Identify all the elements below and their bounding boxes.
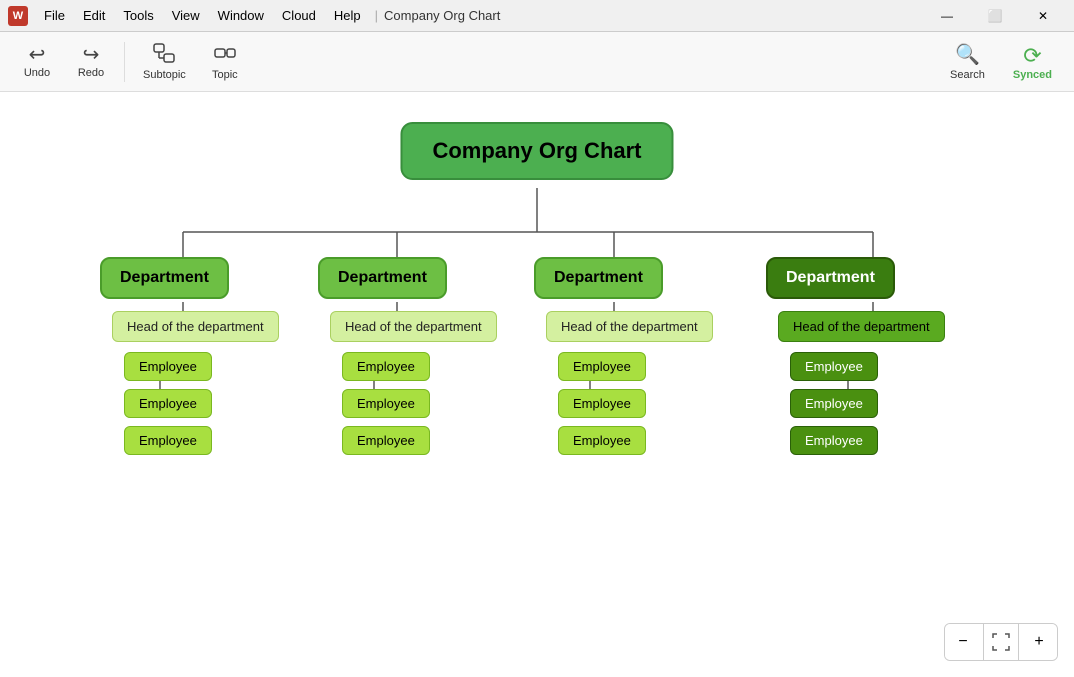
window-controls: — ⬜ ✕ bbox=[924, 1, 1066, 31]
dept-label-4: Department bbox=[786, 269, 875, 286]
employee-label-4-3: Employee bbox=[805, 433, 863, 448]
subtopic-button[interactable]: Subtopic bbox=[133, 39, 196, 85]
subtopic-icon bbox=[153, 43, 175, 67]
head-node-3[interactable]: Head of the department bbox=[546, 311, 713, 342]
synced-icon: ⟳ bbox=[1023, 43, 1041, 69]
employee-label-1-3: Employee bbox=[139, 433, 197, 448]
subtopic-label: Subtopic bbox=[143, 69, 186, 81]
employee-node-4-2[interactable]: Employee bbox=[790, 389, 878, 418]
redo-button[interactable]: ↪ Redo bbox=[66, 41, 116, 83]
employee-label-2-3: Employee bbox=[357, 433, 415, 448]
undo-label: Undo bbox=[24, 67, 50, 79]
employee-node-4-3[interactable]: Employee bbox=[790, 426, 878, 455]
canvas[interactable]: Company Org Chart Department Head of the… bbox=[0, 92, 1074, 677]
toolbar: ↩ Undo ↪ Redo Subtopic Topic bbox=[0, 32, 1074, 92]
toolbar-right: 🔍 Search ⟳ Synced bbox=[940, 38, 1062, 85]
search-button[interactable]: 🔍 Search bbox=[940, 38, 995, 85]
employee-node-1-3[interactable]: Employee bbox=[124, 426, 212, 455]
dept-node-3[interactable]: Department bbox=[534, 257, 663, 299]
dept-label-1: Department bbox=[120, 269, 209, 286]
dept-node-2[interactable]: Department bbox=[318, 257, 447, 299]
minimize-button[interactable]: — bbox=[924, 1, 970, 31]
employee-node-2-1[interactable]: Employee bbox=[342, 352, 430, 381]
employee-label-2-1: Employee bbox=[357, 359, 415, 374]
employee-label-4-1: Employee bbox=[805, 359, 863, 374]
root-node[interactable]: Company Org Chart bbox=[400, 122, 673, 180]
head-label-1: Head of the department bbox=[127, 319, 264, 334]
zoom-controls: − + bbox=[944, 623, 1058, 661]
menu-view[interactable]: View bbox=[164, 6, 208, 25]
employee-node-3-2[interactable]: Employee bbox=[558, 389, 646, 418]
topic-icon bbox=[214, 43, 236, 67]
employee-label-1-2: Employee bbox=[139, 396, 197, 411]
topic-button[interactable]: Topic bbox=[200, 39, 250, 85]
employee-node-2-2[interactable]: Employee bbox=[342, 389, 430, 418]
menu-cloud[interactable]: Cloud bbox=[274, 6, 324, 25]
undo-icon: ↩ bbox=[29, 45, 46, 65]
synced-label: Synced bbox=[1013, 69, 1052, 81]
employee-label-2-2: Employee bbox=[357, 396, 415, 411]
toolbar-divider bbox=[124, 42, 125, 82]
dept-node-4[interactable]: Department bbox=[766, 257, 895, 299]
employee-node-1-2[interactable]: Employee bbox=[124, 389, 212, 418]
topic-label: Topic bbox=[212, 69, 238, 81]
search-label: Search bbox=[950, 69, 985, 81]
employee-node-3-3[interactable]: Employee bbox=[558, 426, 646, 455]
title-separator: | bbox=[375, 8, 378, 23]
dept-node-1[interactable]: Department bbox=[100, 257, 229, 299]
menu-window[interactable]: Window bbox=[210, 6, 272, 25]
head-node-2[interactable]: Head of the department bbox=[330, 311, 497, 342]
zoom-in-button[interactable]: + bbox=[1021, 624, 1057, 660]
undo-button[interactable]: ↩ Undo bbox=[12, 41, 62, 83]
root-label: Company Org Chart bbox=[432, 138, 641, 163]
redo-label: Redo bbox=[78, 67, 104, 79]
window-title: Company Org Chart bbox=[384, 8, 500, 23]
menu-edit[interactable]: Edit bbox=[75, 6, 113, 25]
search-icon: 🔍 bbox=[955, 42, 980, 67]
zoom-fit-icon bbox=[992, 633, 1010, 651]
employee-label-1-1: Employee bbox=[139, 359, 197, 374]
menu-bar: File Edit Tools View Window Cloud Help bbox=[36, 6, 369, 25]
head-node-4[interactable]: Head of the department bbox=[778, 311, 945, 342]
head-label-2: Head of the department bbox=[345, 319, 482, 334]
menu-help[interactable]: Help bbox=[326, 6, 369, 25]
head-label-4: Head of the department bbox=[793, 319, 930, 334]
menu-file[interactable]: File bbox=[36, 6, 73, 25]
dept-label-3: Department bbox=[554, 269, 643, 286]
app-logo: W bbox=[8, 6, 28, 26]
head-node-1[interactable]: Head of the department bbox=[112, 311, 279, 342]
zoom-out-button[interactable]: − bbox=[945, 624, 981, 660]
employee-node-1-1[interactable]: Employee bbox=[124, 352, 212, 381]
head-label-3: Head of the department bbox=[561, 319, 698, 334]
employee-label-4-2: Employee bbox=[805, 396, 863, 411]
dept-label-2: Department bbox=[338, 269, 427, 286]
chart-area: Company Org Chart Department Head of the… bbox=[0, 92, 1074, 677]
employee-label-3-1: Employee bbox=[573, 359, 631, 374]
employee-node-4-1[interactable]: Employee bbox=[790, 352, 878, 381]
redo-icon: ↪ bbox=[83, 45, 100, 65]
employee-label-3-3: Employee bbox=[573, 433, 631, 448]
close-button[interactable]: ✕ bbox=[1020, 1, 1066, 31]
employee-label-3-2: Employee bbox=[573, 396, 631, 411]
employee-node-2-3[interactable]: Employee bbox=[342, 426, 430, 455]
title-bar: W File Edit Tools View Window Cloud Help… bbox=[0, 0, 1074, 32]
employee-node-3-1[interactable]: Employee bbox=[558, 352, 646, 381]
maximize-button[interactable]: ⬜ bbox=[972, 1, 1018, 31]
zoom-fit-button[interactable] bbox=[983, 624, 1019, 660]
synced-button[interactable]: ⟳ Synced bbox=[1003, 39, 1062, 85]
menu-tools[interactable]: Tools bbox=[115, 6, 161, 25]
